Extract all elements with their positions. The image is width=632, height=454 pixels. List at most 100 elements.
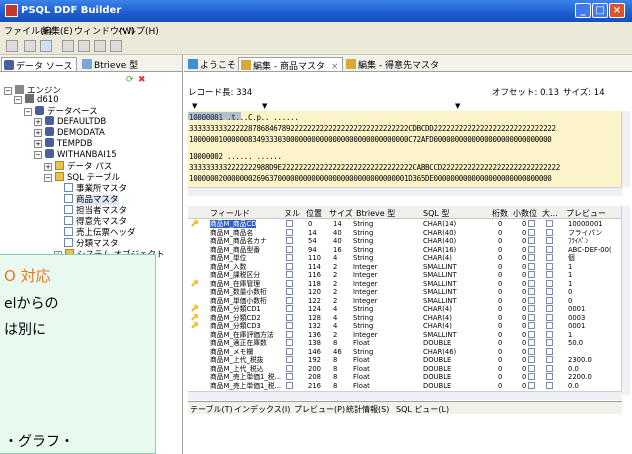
cell-dig[interactable]: 0	[498, 356, 502, 364]
col-null[interactable]: ヌル	[284, 208, 300, 219]
case-checkbox[interactable]	[546, 322, 553, 329]
col-field[interactable]: フィールド	[210, 208, 250, 219]
cell-dec[interactable]: 0	[522, 382, 526, 390]
cell-size[interactable]: 2	[333, 297, 337, 305]
decimal-checkbox[interactable]	[528, 330, 535, 338]
cell-prev[interactable]: 0.0	[568, 365, 579, 373]
tab-index[interactable]: インデックス(I)	[234, 404, 290, 415]
decimal-checkbox[interactable]	[528, 245, 535, 253]
grid-vertical-scrollbar[interactable]	[621, 206, 630, 395]
null-checkbox[interactable]	[286, 364, 293, 372]
grid-horizontal-scrollbar[interactable]	[188, 391, 622, 400]
col-size[interactable]: サイズ	[329, 208, 353, 219]
cell-prev[interactable]: 0	[568, 288, 572, 296]
cell-sql[interactable]: CHAR(4)	[423, 322, 452, 330]
cell-size[interactable]: 40	[333, 237, 342, 245]
cell-sql[interactable]: CHAR(40)	[423, 237, 456, 245]
case-checkbox[interactable]	[546, 313, 553, 321]
cell-dig[interactable]: 0	[498, 254, 502, 262]
table-row[interactable]: 商品M_上代_税込 200 8 Float DOUBLE 0 0 0.0	[188, 364, 622, 373]
cell-dec[interactable]: 0	[522, 254, 526, 262]
cell-pos[interactable]: 122	[308, 297, 321, 305]
table-row[interactable]: 商品M_売上単価1_税... 208 8 Float DOUBLE 0 0 2200.0	[188, 373, 622, 381]
cell-name[interactable]: 商品M_入数	[210, 263, 246, 271]
cell-dec[interactable]: 0	[522, 331, 526, 339]
case-checkbox[interactable]	[546, 288, 553, 295]
table-row[interactable]: 🔑 商品M_商品CD 0 14 String CHAR(14) 0 0 10000001	[188, 220, 622, 228]
cell-dec[interactable]: 0	[522, 339, 526, 347]
cell-dig[interactable]: 0	[498, 280, 502, 288]
save-icon[interactable]	[24, 40, 36, 52]
decimal-checkbox[interactable]	[528, 347, 535, 355]
save-all-icon[interactable]	[40, 40, 52, 52]
decimal-checkbox[interactable]	[528, 322, 535, 329]
cell-pos[interactable]: 146	[308, 348, 321, 356]
cell-dec[interactable]: 0	[522, 280, 526, 288]
stats-icon[interactable]	[110, 40, 122, 52]
cell-dig[interactable]: 0	[498, 322, 502, 330]
cell-name[interactable]: 商品M_メモ欄	[210, 348, 253, 356]
cell-bt[interactable]: Integer	[353, 263, 377, 271]
null-checkbox[interactable]	[286, 279, 293, 287]
tab-btrieve-type[interactable]: Btrieve 型	[80, 57, 142, 71]
cell-pos[interactable]: 136	[308, 331, 321, 339]
col-btrieve-type[interactable]: Btrieve 型	[356, 208, 395, 219]
cell-sql[interactable]: DOUBLE	[423, 339, 451, 347]
cell-name[interactable]: 商品M_売上単価1_税...	[210, 382, 281, 390]
tab-close-icon[interactable]: ×	[331, 62, 339, 72]
case-checkbox[interactable]	[546, 262, 553, 270]
cell-name[interactable]: 商品M_在庫評価方法	[210, 331, 274, 339]
cell-size[interactable]: 8	[333, 339, 337, 347]
cell-bt[interactable]: String	[353, 314, 373, 322]
cell-prev[interactable]: 2200.0	[568, 373, 592, 381]
cell-size[interactable]: 4	[333, 314, 337, 322]
cell-prev[interactable]: 0.0	[568, 382, 579, 390]
cell-bt[interactable]: String	[353, 254, 373, 262]
tab-edit-products[interactable]: 編集 - 商品マスタ ×	[238, 57, 344, 72]
decimal-checkbox[interactable]	[528, 313, 535, 321]
tab-edit-customers[interactable]: 編集 - 得意先マスタ	[344, 57, 443, 71]
col-position[interactable]: 位置	[306, 208, 322, 219]
cell-dec[interactable]: 0	[522, 288, 526, 296]
cell-prev[interactable]: ABC-DEF-00(	[568, 246, 612, 254]
table-row[interactable]: 商品M_数量小数桁 120 2 Integer SMALLINT 0 0 0	[188, 288, 622, 296]
cell-pos[interactable]: 110	[308, 254, 321, 262]
index-icon[interactable]	[78, 40, 90, 52]
cell-bt[interactable]: String	[353, 220, 373, 228]
cell-bt[interactable]: String	[353, 237, 373, 245]
null-checkbox[interactable]	[286, 347, 293, 355]
cell-dec[interactable]: 0	[522, 220, 526, 228]
delete-icon[interactable]: ✖	[138, 75, 146, 85]
cell-sql[interactable]: SMALLINT	[423, 288, 457, 296]
cell-bt[interactable]: Integer	[353, 271, 377, 279]
decimal-checkbox[interactable]	[528, 381, 535, 389]
cell-pos[interactable]: 116	[308, 271, 321, 279]
cell-size[interactable]: 4	[333, 254, 337, 262]
table-row[interactable]: 商品M_売上単価1_税... 216 8 Float DOUBLE 0 0 0.0	[188, 381, 622, 390]
cell-dig[interactable]: 0	[498, 229, 502, 237]
cell-name[interactable]: 商品M_適正在庫数	[210, 339, 267, 347]
cell-size[interactable]: 2	[333, 271, 337, 279]
decimal-checkbox[interactable]	[528, 356, 535, 363]
case-checkbox[interactable]	[546, 381, 553, 389]
null-checkbox[interactable]	[286, 381, 293, 389]
cell-dig[interactable]: 0	[498, 365, 502, 373]
cell-prev[interactable]: 2300.0	[568, 356, 592, 364]
cell-size[interactable]: 40	[333, 229, 342, 237]
cell-sql[interactable]: CHAR(14)	[423, 220, 456, 228]
cell-dig[interactable]: 0	[498, 373, 502, 381]
cell-pos[interactable]: 94	[308, 246, 317, 254]
decimal-checkbox[interactable]	[528, 237, 535, 244]
cell-name[interactable]: 商品M_分類CD1	[210, 305, 261, 313]
close-button[interactable]: ×	[609, 3, 625, 18]
null-checkbox[interactable]	[286, 313, 293, 321]
decimal-checkbox[interactable]	[528, 220, 535, 227]
cell-dec[interactable]: 0	[522, 365, 526, 373]
case-checkbox[interactable]	[546, 245, 553, 253]
cell-name[interactable]: 商品M_数量小数桁	[210, 288, 267, 296]
cell-dig[interactable]: 0	[498, 288, 502, 296]
cell-prev[interactable]: 50.0	[568, 339, 583, 347]
cell-dig[interactable]: 0	[498, 331, 502, 339]
cell-prev[interactable]: 1	[568, 263, 572, 271]
hex-horizontal-scrollbar[interactable]	[188, 187, 622, 196]
